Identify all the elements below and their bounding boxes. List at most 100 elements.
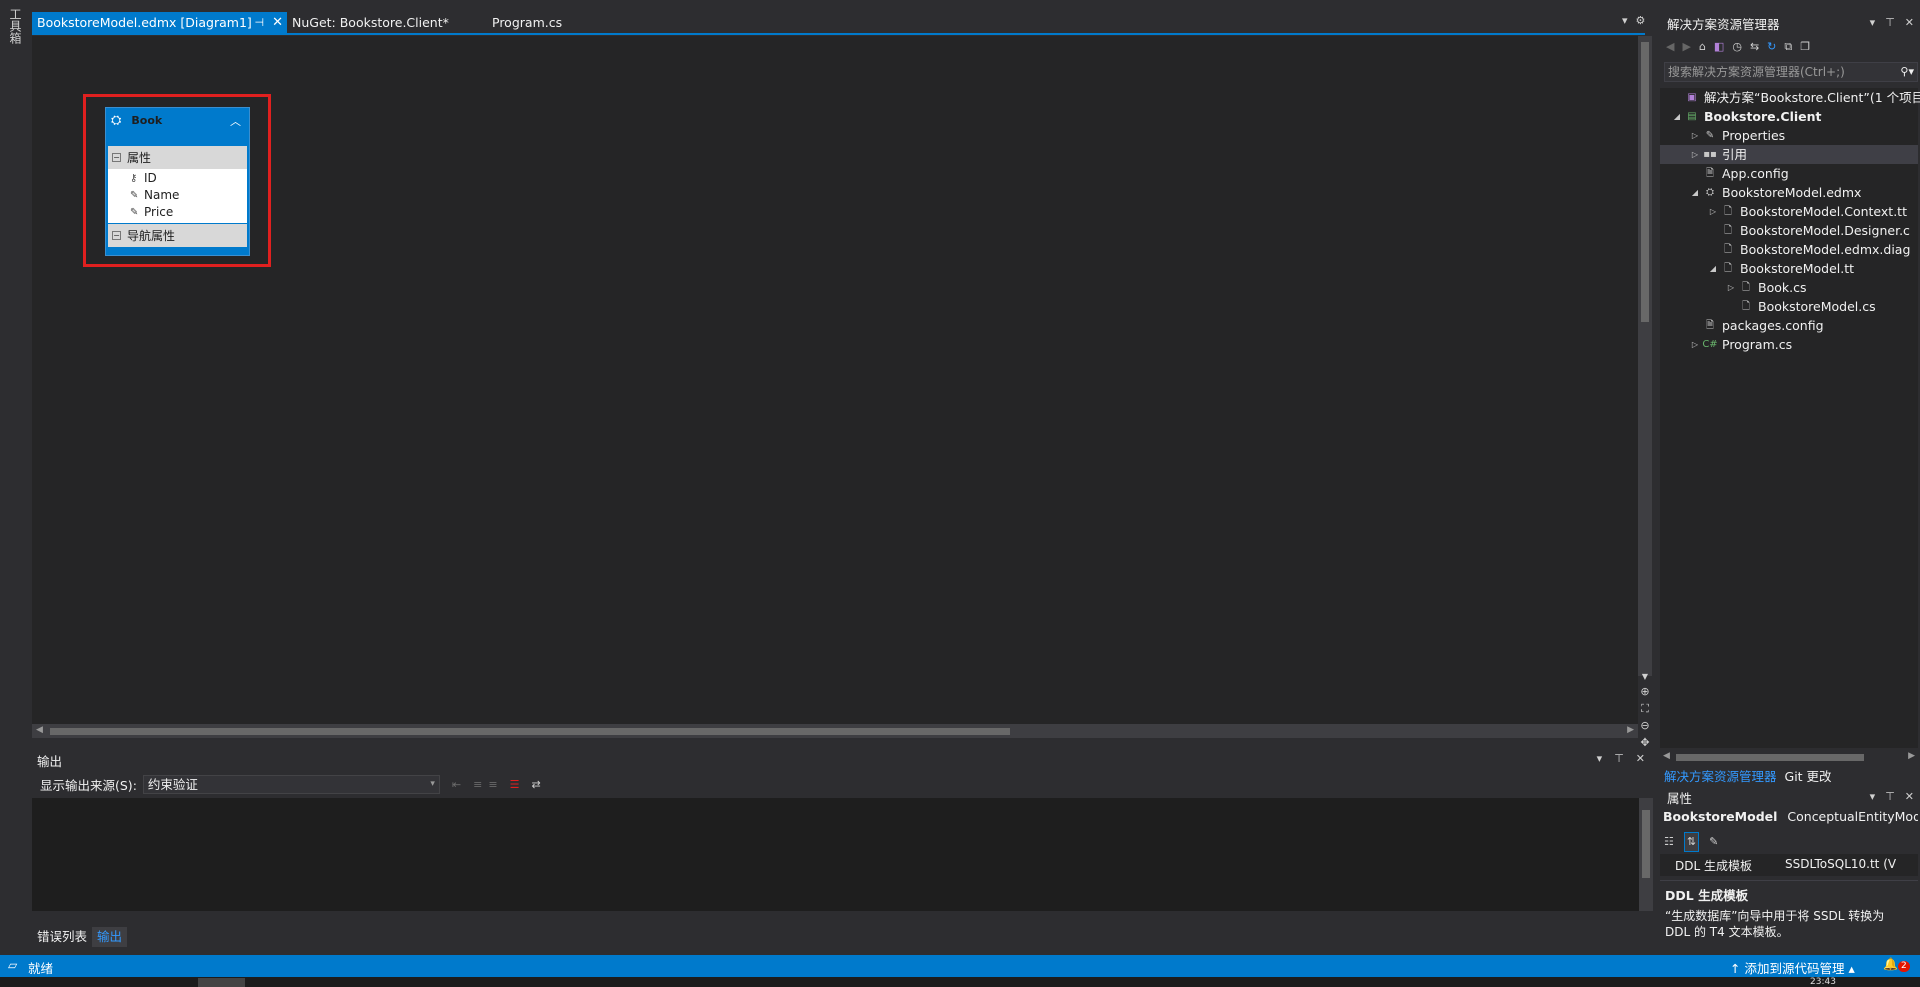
toolbox-strip[interactable]: 工具箱	[0, 0, 27, 955]
tab-error-list[interactable]: 错误列表	[32, 927, 92, 947]
back-icon[interactable]: ◀	[1666, 38, 1674, 56]
tree-node-diagram[interactable]: 🗋 BookstoreModel.edmx.diag	[1706, 240, 1910, 259]
scroll-thumb[interactable]	[1642, 810, 1650, 878]
tree-node-references[interactable]: ▷ ▪▪ 引用	[1660, 145, 1918, 164]
notifications-button[interactable]: 🔔 2	[1883, 957, 1910, 972]
output-vertical-scrollbar[interactable]	[1639, 798, 1653, 911]
property-name-field[interactable]: ✎ Name	[130, 187, 179, 204]
go-to-message-icon[interactable]: ⇤	[452, 778, 461, 791]
entity-shape-book[interactable]: ⛭ Book ︿ − 属性 ⚷ ID ✎ Name ✎ Price − 导航属性	[105, 107, 250, 256]
tree-node-context-tt[interactable]: ▷ 🗋 BookstoreModel.Context.tt	[1706, 202, 1907, 221]
tree-node-designer-cs[interactable]: 🗋 BookstoreModel.Designer.c	[1706, 221, 1910, 240]
tree-expander[interactable]: ▷	[1706, 202, 1720, 221]
add-to-source-control-button[interactable]: ↑ 添加到源代码管理 ▴	[1730, 958, 1855, 977]
scroll-left-icon[interactable]: ◀	[36, 725, 43, 735]
property-grid-row[interactable]: DDL 生成模板 SSDLToSQL10.tt (V	[1660, 854, 1918, 876]
output-text-area[interactable]	[32, 798, 1639, 911]
alphabetical-icon[interactable]: ⇅	[1683, 832, 1700, 852]
tree-expander[interactable]: ◢	[1688, 183, 1702, 202]
home-icon[interactable]: ⌂	[1699, 38, 1706, 56]
collapse-all-icon[interactable]: ⧉	[1784, 38, 1792, 56]
solution-horizontal-scrollbar[interactable]: ◀ ▶	[1660, 750, 1918, 764]
collapse-chevron-icon[interactable]: ︿	[230, 113, 241, 129]
designer-vertical-scrollbar[interactable]	[1638, 36, 1652, 676]
property-price[interactable]: ✎ Price	[130, 204, 173, 221]
tree-expander[interactable]: ▷	[1688, 335, 1702, 354]
properties-section-header[interactable]: − 属性	[108, 146, 247, 169]
tab-git-changes[interactable]: Git 更改	[1781, 768, 1836, 786]
close-icon[interactable]: ✕	[1905, 14, 1914, 32]
close-icon[interactable]: ✕	[272, 14, 283, 32]
scroll-thumb[interactable]	[50, 728, 1010, 735]
taskbar-item[interactable]	[198, 978, 245, 987]
sync-with-document-icon[interactable]: ⇆	[1750, 38, 1759, 56]
dropdown-icon[interactable]: ▾	[1597, 750, 1603, 768]
scroll-right-icon[interactable]: ▶	[1908, 751, 1915, 761]
refresh-icon[interactable]: ↻	[1767, 38, 1776, 56]
tree-node-packages-config[interactable]: 🗎 packages.config	[1688, 316, 1824, 335]
forward-icon[interactable]: ▶	[1682, 38, 1690, 56]
tab-solution-explorer[interactable]: 解决方案资源管理器	[1660, 768, 1781, 786]
clear-all-icon[interactable]: ☰	[510, 778, 520, 791]
zoom-out-icon[interactable]: ⊖	[1640, 718, 1649, 733]
dropdown-icon[interactable]: ▾	[1870, 14, 1876, 32]
tree-node-solution[interactable]: ▣ 解决方案“Bookstore.Client”(1 个项目/共	[1670, 88, 1920, 107]
designer-horizontal-scrollbar[interactable]: ◀ ▶	[32, 724, 1638, 738]
scroll-thumb[interactable]	[1676, 754, 1864, 761]
tree-node-project[interactable]: ◢ ▤ Bookstore.Client	[1670, 107, 1822, 126]
tree-node-program-cs[interactable]: ▷ C# Program.cs	[1688, 335, 1792, 354]
tree-expander[interactable]: ◢	[1670, 107, 1684, 126]
pin-icon[interactable]: ⊣	[255, 14, 265, 32]
tree-node-bookstoremodel-cs[interactable]: 🗋 BookstoreModel.cs	[1724, 297, 1876, 316]
zoom-in-icon[interactable]: ⊕	[1640, 684, 1649, 699]
tab-output[interactable]: 输出	[92, 927, 128, 947]
tree-expander[interactable]: ◢	[1706, 259, 1720, 278]
categorized-icon[interactable]: ☷	[1664, 833, 1674, 851]
tree-node-edmx[interactable]: ◢ ⛭ BookstoreModel.edmx	[1688, 183, 1862, 202]
tab-edmx-diagram[interactable]: BookstoreModel.edmx [Diagram1] ⊣ ✕	[32, 12, 287, 33]
tab-program-cs[interactable]: Program.cs	[484, 12, 634, 33]
tree-node-app-config[interactable]: 🗎 App.config	[1688, 164, 1789, 183]
pin-icon[interactable]: ⊤	[1885, 788, 1895, 806]
search-icon[interactable]: ⚲▾	[1900, 63, 1914, 81]
navigation-section-header[interactable]: − 导航属性	[108, 224, 247, 247]
tree-expander[interactable]: ▷	[1688, 126, 1702, 145]
scroll-down-icon[interactable]: ▼	[1642, 672, 1648, 682]
toolbox-tab[interactable]: 工具箱	[8, 8, 22, 44]
close-icon[interactable]: ✕	[1636, 750, 1645, 768]
property-pages-icon[interactable]: ✎	[1709, 833, 1718, 851]
tree-node-model-tt[interactable]: ◢ 🗋 BookstoreModel.tt	[1706, 259, 1854, 278]
pin-icon[interactable]: ⊤	[1885, 14, 1895, 32]
pending-changes-filter-icon[interactable]: ◷	[1732, 38, 1742, 56]
pan-icon[interactable]: ✥	[1640, 735, 1649, 750]
word-wrap-icon[interactable]: ⇄	[531, 778, 540, 791]
output-source-select[interactable]: 约束验证 ▾	[142, 774, 440, 794]
close-icon[interactable]: ✕	[1905, 788, 1914, 806]
collapse-minus-icon[interactable]: −	[112, 231, 121, 240]
scroll-right-icon[interactable]: ▶	[1627, 725, 1634, 735]
tab-dropdown-icon[interactable]: ▾	[1622, 12, 1628, 30]
show-all-files-icon[interactable]: ❐	[1800, 38, 1810, 56]
tree-node-book-cs[interactable]: ▷ 🗋 Book.cs	[1724, 278, 1807, 297]
next-message-icon[interactable]: ≡	[488, 778, 497, 791]
settings-gear-icon[interactable]: ⚙	[1636, 12, 1646, 30]
switch-views-icon[interactable]: ◧	[1714, 38, 1724, 56]
property-id[interactable]: ⚷ ID	[130, 170, 157, 187]
properties-object-selector[interactable]: BookstoreModel ConceptualEntityMod	[1663, 809, 1918, 829]
pin-icon[interactable]: ⊤	[1614, 750, 1624, 768]
scroll-thumb[interactable]	[1641, 42, 1649, 322]
output-horizontal-scrollbar[interactable]	[32, 911, 1639, 925]
entity-header[interactable]: ⛭ Book ︿	[106, 108, 249, 133]
tree-expander[interactable]: ▷	[1724, 278, 1738, 297]
property-value[interactable]: SSDLToSQL10.tt (V	[1785, 857, 1905, 871]
edmx-designer-canvas[interactable]	[32, 36, 1638, 724]
collapse-minus-icon[interactable]: −	[112, 153, 121, 162]
dropdown-icon[interactable]: ▾	[1870, 788, 1876, 806]
zoom-fit-icon[interactable]: ⛶	[1641, 701, 1649, 716]
tree-expander[interactable]: ▷	[1688, 145, 1702, 164]
tree-node-properties[interactable]: ▷ ✎ Properties	[1688, 126, 1785, 145]
scroll-left-icon[interactable]: ◀	[1663, 751, 1670, 761]
solution-search-input[interactable]: 搜索解决方案资源管理器(Ctrl+;) ⚲▾	[1664, 62, 1918, 82]
tab-nuget[interactable]: NuGet: Bookstore.Client*	[287, 12, 477, 33]
previous-message-icon[interactable]: ≡	[473, 778, 482, 791]
